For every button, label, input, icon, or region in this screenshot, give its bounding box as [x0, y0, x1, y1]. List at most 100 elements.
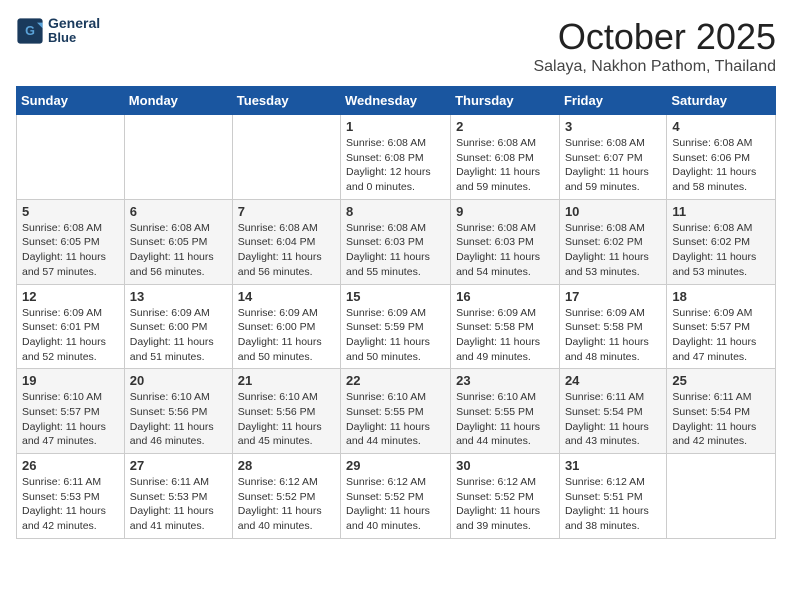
page-header: G General Blue October 2025 Salaya, Nakh…	[16, 16, 776, 76]
calendar-day-cell: 24 Sunrise: 6:11 AM Sunset: 5:54 PM Dayli…	[559, 369, 666, 454]
day-number: 20	[130, 373, 227, 388]
day-info: Sunrise: 6:10 AM Sunset: 5:55 PM Dayligh…	[346, 390, 445, 449]
day-number: 4	[672, 119, 770, 134]
weekday-header-row: SundayMondayTuesdayWednesdayThursdayFrid…	[17, 87, 776, 115]
calendar-day-cell: 12 Sunrise: 6:09 AM Sunset: 6:01 PM Dayli…	[17, 284, 125, 369]
day-number: 16	[456, 289, 554, 304]
day-number: 6	[130, 204, 227, 219]
calendar-day-cell: 27 Sunrise: 6:11 AM Sunset: 5:53 PM Dayli…	[124, 454, 232, 539]
day-info: Sunrise: 6:10 AM Sunset: 5:56 PM Dayligh…	[130, 390, 227, 449]
weekday-header-cell: Monday	[124, 87, 232, 115]
calendar-day-cell: 8 Sunrise: 6:08 AM Sunset: 6:03 PM Daylig…	[341, 199, 451, 284]
day-number: 22	[346, 373, 445, 388]
day-info: Sunrise: 6:09 AM Sunset: 6:01 PM Dayligh…	[22, 306, 119, 365]
day-number: 27	[130, 458, 227, 473]
calendar-body: 1 Sunrise: 6:08 AM Sunset: 6:08 PM Daylig…	[17, 115, 776, 539]
day-number: 24	[565, 373, 661, 388]
month-title: October 2025	[533, 16, 776, 58]
calendar-day-cell: 3 Sunrise: 6:08 AM Sunset: 6:07 PM Daylig…	[559, 115, 666, 200]
day-info: Sunrise: 6:09 AM Sunset: 5:58 PM Dayligh…	[456, 306, 554, 365]
day-number: 2	[456, 119, 554, 134]
day-number: 15	[346, 289, 445, 304]
calendar-week-row: 5 Sunrise: 6:08 AM Sunset: 6:05 PM Daylig…	[17, 199, 776, 284]
day-info: Sunrise: 6:10 AM Sunset: 5:56 PM Dayligh…	[238, 390, 335, 449]
logo-icon: G	[16, 17, 44, 45]
weekday-header-cell: Wednesday	[341, 87, 451, 115]
day-info: Sunrise: 6:09 AM Sunset: 6:00 PM Dayligh…	[130, 306, 227, 365]
calendar-day-cell: 17 Sunrise: 6:09 AM Sunset: 5:58 PM Dayli…	[559, 284, 666, 369]
calendar-week-row: 19 Sunrise: 6:10 AM Sunset: 5:57 PM Dayli…	[17, 369, 776, 454]
day-number: 18	[672, 289, 770, 304]
calendar-day-cell: 21 Sunrise: 6:10 AM Sunset: 5:56 PM Dayli…	[232, 369, 340, 454]
calendar-day-cell: 29Sunrise: 6:12 AM Sunset: 5:52 PM Dayli…	[341, 454, 451, 539]
calendar-day-cell	[232, 115, 340, 200]
title-section: October 2025 Salaya, Nakhon Pathom, Thai…	[533, 16, 776, 76]
calendar-day-cell: 4 Sunrise: 6:08 AM Sunset: 6:06 PM Daylig…	[667, 115, 776, 200]
day-number: 12	[22, 289, 119, 304]
calendar-day-cell: 26 Sunrise: 6:11 AM Sunset: 5:53 PM Dayli…	[17, 454, 125, 539]
day-number: 25	[672, 373, 770, 388]
day-info: Sunrise: 6:11 AM Sunset: 5:53 PM Dayligh…	[22, 475, 119, 534]
day-number: 7	[238, 204, 335, 219]
day-number: 19	[22, 373, 119, 388]
logo-line2: Blue	[48, 31, 100, 45]
weekday-header-cell: Saturday	[667, 87, 776, 115]
day-info: Sunrise: 6:08 AM Sunset: 6:05 PM Dayligh…	[130, 221, 227, 280]
logo-line1: General	[48, 16, 100, 31]
day-number: 11	[672, 204, 770, 219]
calendar-day-cell: 22 Sunrise: 6:10 AM Sunset: 5:55 PM Dayli…	[341, 369, 451, 454]
day-info: Sunrise: 6:11 AM Sunset: 5:53 PM Dayligh…	[130, 475, 227, 534]
day-number: 26	[22, 458, 119, 473]
calendar-week-row: 1 Sunrise: 6:08 AM Sunset: 6:08 PM Daylig…	[17, 115, 776, 200]
day-info: Sunrise: 6:08 AM Sunset: 6:05 PM Dayligh…	[22, 221, 119, 280]
day-info: Sunrise: 6:08 AM Sunset: 6:07 PM Dayligh…	[565, 136, 661, 195]
day-number: 14	[238, 289, 335, 304]
day-info: Sunrise: 6:12 AM Sunset: 5:52 PM Dayligh…	[346, 475, 445, 534]
calendar-week-row: 12 Sunrise: 6:09 AM Sunset: 6:01 PM Dayli…	[17, 284, 776, 369]
day-info: Sunrise: 6:09 AM Sunset: 5:58 PM Dayligh…	[565, 306, 661, 365]
calendar-day-cell: 20 Sunrise: 6:10 AM Sunset: 5:56 PM Dayli…	[124, 369, 232, 454]
weekday-header-cell: Thursday	[451, 87, 560, 115]
location-title: Salaya, Nakhon Pathom, Thailand	[533, 58, 776, 76]
calendar-day-cell: 25Sunrise: 6:11 AM Sunset: 5:54 PM Dayli…	[667, 369, 776, 454]
day-info: Sunrise: 6:09 AM Sunset: 5:57 PM Dayligh…	[672, 306, 770, 365]
day-info: Sunrise: 6:12 AM Sunset: 5:51 PM Dayligh…	[565, 475, 661, 534]
day-info: Sunrise: 6:08 AM Sunset: 6:02 PM Dayligh…	[672, 221, 770, 280]
day-info: Sunrise: 6:09 AM Sunset: 5:59 PM Dayligh…	[346, 306, 445, 365]
day-info: Sunrise: 6:08 AM Sunset: 6:08 PM Dayligh…	[346, 136, 445, 195]
day-info: Sunrise: 6:10 AM Sunset: 5:55 PM Dayligh…	[456, 390, 554, 449]
calendar-day-cell: 15 Sunrise: 6:09 AM Sunset: 5:59 PM Dayli…	[341, 284, 451, 369]
calendar-day-cell: 23 Sunrise: 6:10 AM Sunset: 5:55 PM Dayli…	[451, 369, 560, 454]
day-number: 5	[22, 204, 119, 219]
day-number: 21	[238, 373, 335, 388]
calendar-day-cell: 7 Sunrise: 6:08 AM Sunset: 6:04 PM Daylig…	[232, 199, 340, 284]
calendar-day-cell: 13 Sunrise: 6:09 AM Sunset: 6:00 PM Dayli…	[124, 284, 232, 369]
calendar-day-cell: 2Sunrise: 6:08 AM Sunset: 6:08 PM Daylig…	[451, 115, 560, 200]
day-number: 23	[456, 373, 554, 388]
calendar-day-cell: 30Sunrise: 6:12 AM Sunset: 5:52 PM Dayli…	[451, 454, 560, 539]
day-info: Sunrise: 6:11 AM Sunset: 5:54 PM Dayligh…	[565, 390, 661, 449]
calendar-week-row: 26 Sunrise: 6:11 AM Sunset: 5:53 PM Dayli…	[17, 454, 776, 539]
weekday-header-cell: Tuesday	[232, 87, 340, 115]
day-info: Sunrise: 6:08 AM Sunset: 6:03 PM Dayligh…	[346, 221, 445, 280]
calendar-table: SundayMondayTuesdayWednesdayThursdayFrid…	[16, 86, 776, 539]
day-info: Sunrise: 6:10 AM Sunset: 5:57 PM Dayligh…	[22, 390, 119, 449]
day-number: 3	[565, 119, 661, 134]
day-number: 17	[565, 289, 661, 304]
calendar-day-cell	[667, 454, 776, 539]
svg-text:G: G	[25, 24, 35, 38]
weekday-header-cell: Friday	[559, 87, 666, 115]
logo-text: General Blue	[48, 16, 100, 46]
day-info: Sunrise: 6:08 AM Sunset: 6:04 PM Dayligh…	[238, 221, 335, 280]
day-info: Sunrise: 6:09 AM Sunset: 6:00 PM Dayligh…	[238, 306, 335, 365]
day-number: 8	[346, 204, 445, 219]
calendar-day-cell: 6 Sunrise: 6:08 AM Sunset: 6:05 PM Daylig…	[124, 199, 232, 284]
calendar-day-cell	[17, 115, 125, 200]
day-info: Sunrise: 6:08 AM Sunset: 6:06 PM Dayligh…	[672, 136, 770, 195]
day-number: 10	[565, 204, 661, 219]
day-number: 13	[130, 289, 227, 304]
calendar-day-cell: 19 Sunrise: 6:10 AM Sunset: 5:57 PM Dayli…	[17, 369, 125, 454]
calendar-day-cell	[124, 115, 232, 200]
day-number: 1	[346, 119, 445, 134]
day-number: 30	[456, 458, 554, 473]
